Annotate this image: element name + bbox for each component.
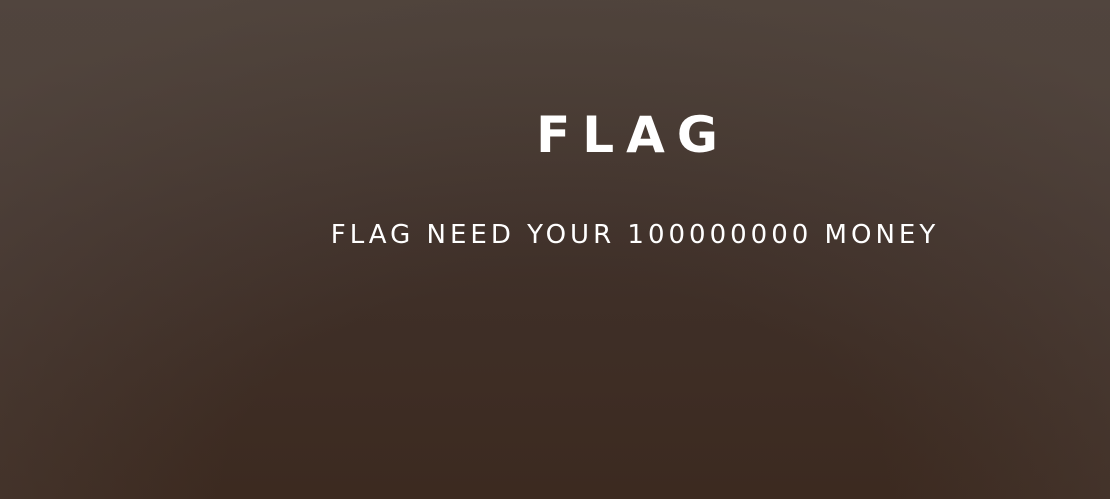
hero-title: FLAG — [536, 106, 730, 164]
hero-section: FLAG FLAG NEED YOUR 100000000 MONEY — [0, 0, 1110, 499]
hero-subtitle: FLAG NEED YOUR 100000000 MONEY — [330, 220, 940, 250]
